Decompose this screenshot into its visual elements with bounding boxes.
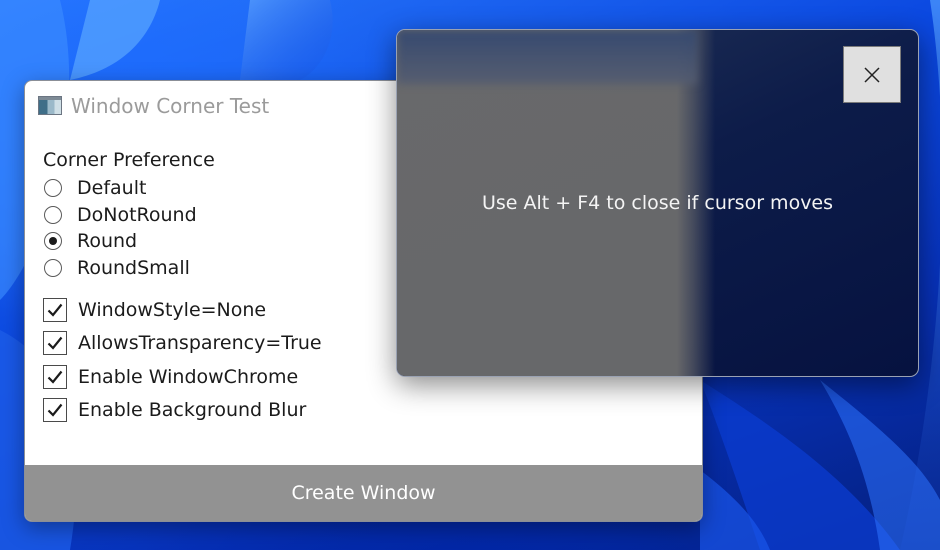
checkbox-enable-background-blur[interactable]: Enable Background Blur (43, 394, 322, 428)
close-button[interactable] (843, 46, 901, 103)
radio-button-selected[interactable] (44, 232, 62, 251)
create-window-button[interactable]: Create Window (25, 465, 702, 521)
checkbox-windowstyle-none[interactable]: WindowStyle=None (43, 293, 322, 327)
radio-default[interactable]: Default (43, 175, 322, 202)
radio-button[interactable] (44, 179, 62, 198)
checkmark-icon (47, 370, 63, 384)
checkbox-allows-transparency[interactable]: AllowsTransparency=True (43, 327, 322, 361)
close-icon (864, 66, 880, 83)
corner-preference-group: Default DoNotRound Round RoundSmall (43, 175, 322, 281)
radio-label: Round (77, 230, 138, 253)
options-checkboxes: WindowStyle=None AllowsTransparency=True… (43, 293, 322, 427)
checkbox[interactable] (43, 364, 67, 389)
radio-donotround[interactable]: DoNotRound (43, 202, 322, 229)
radio-label: RoundSmall (77, 256, 190, 279)
blur-backdrop-top (397, 30, 697, 84)
checkbox-enable-windowchrome[interactable]: Enable WindowChrome (43, 360, 322, 394)
window-title: Window Corner Test (71, 94, 270, 118)
radio-roundsmall[interactable]: RoundSmall (43, 255, 322, 282)
corner-preference-label: Corner Preference (43, 149, 215, 171)
radio-button[interactable] (44, 205, 62, 224)
overlay-message: Use Alt + F4 to close if cursor moves (481, 192, 834, 214)
app-icon (38, 96, 62, 115)
radio-label: DoNotRound (77, 203, 197, 226)
checkmark-icon (47, 303, 63, 317)
radio-button[interactable] (44, 258, 62, 277)
checkbox[interactable] (43, 297, 67, 322)
checkbox[interactable] (43, 398, 67, 423)
window-content: Corner Preference Default DoNotRound Rou… (43, 149, 322, 427)
radio-round[interactable]: Round (43, 228, 322, 255)
checkbox-label: WindowStyle=None (78, 298, 267, 321)
checkbox-label: Enable WindowChrome (78, 365, 299, 388)
checkmark-icon (47, 404, 63, 417)
checkmark-icon (47, 337, 63, 350)
checkbox-label: Enable Background Blur (78, 399, 307, 422)
overlay-window: Use Alt + F4 to close if cursor moves (396, 29, 919, 377)
checkbox[interactable] (43, 331, 67, 356)
radio-label: Default (77, 177, 147, 200)
checkbox-label: AllowsTransparency=True (78, 332, 322, 355)
